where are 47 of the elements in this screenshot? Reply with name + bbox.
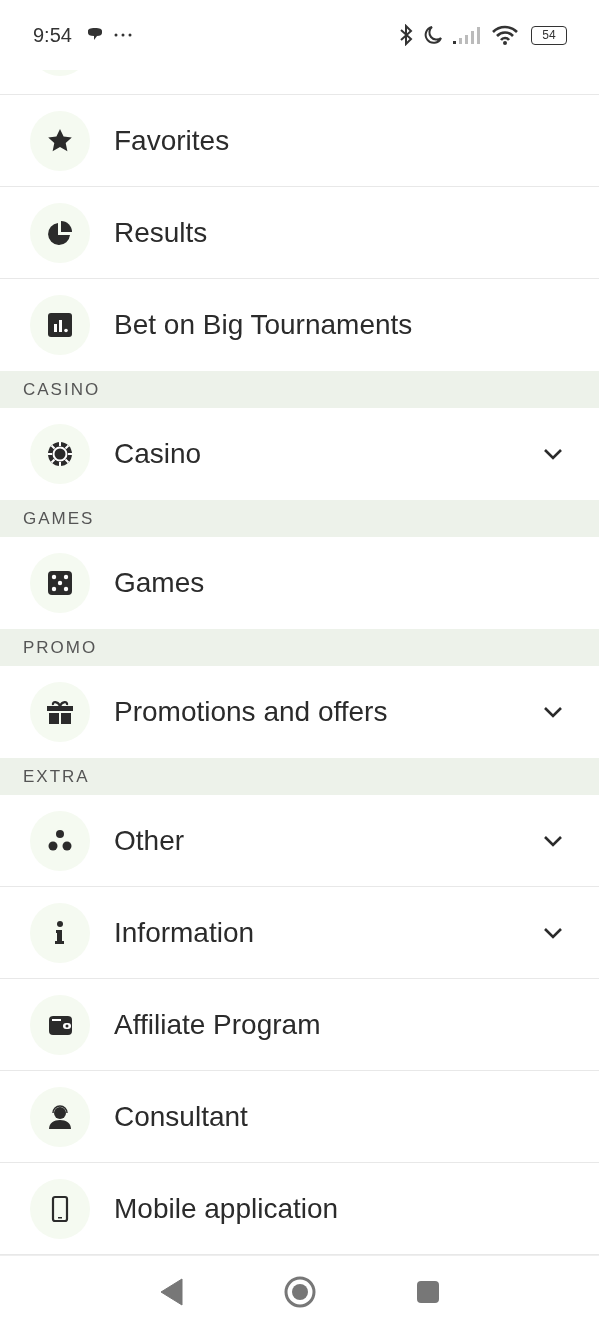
recents-icon[interactable] [415, 1279, 440, 1304]
section-header: CASINO [0, 371, 599, 408]
menu-item[interactable]: Casino [0, 408, 599, 500]
battery-indicator: 54 [531, 25, 567, 45]
chevron-down-icon [543, 834, 563, 847]
menu-item[interactable]: Other [0, 795, 599, 887]
menu-item[interactable]: Mobile application [0, 1163, 599, 1255]
menu-item[interactable]: Consultant [0, 1071, 599, 1163]
section-header: PROMO [0, 629, 599, 666]
menu-item-label: Affiliate Program [114, 1008, 322, 1041]
dice-icon [46, 569, 74, 597]
section-header: EXTRA [0, 758, 599, 795]
menu-item-label: Information [114, 916, 256, 949]
menu-item-label: Mobile application [114, 1192, 340, 1225]
menu-item-label: Other [114, 824, 186, 857]
section-header: GAMES [0, 500, 599, 537]
menu-item-label: Games [114, 567, 206, 599]
menu-item[interactable]: Favorites [0, 95, 599, 187]
menu-item-label: Results [114, 216, 209, 249]
menu-item-label: Casino [114, 438, 203, 470]
status-time: 9:54 [33, 23, 72, 47]
chevron-down-icon [543, 448, 563, 460]
moon-icon [423, 25, 443, 45]
home-icon[interactable] [283, 1275, 316, 1308]
menu-item-label: Consultant [114, 1100, 249, 1133]
menu-item[interactable]: Affiliate Program [0, 979, 599, 1071]
signal-icon [453, 26, 481, 44]
headset-person-icon [46, 1102, 74, 1131]
menu-item[interactable]: Promotions and offers [0, 666, 599, 758]
menu-item[interactable]: Bet on Big Tournaments [0, 279, 599, 371]
menu-item[interactable]: Results [0, 187, 599, 279]
menu-item-label: Favorites [114, 124, 231, 157]
pie-chart-icon [46, 218, 74, 247]
wifi-icon [491, 25, 519, 45]
gift-icon [46, 698, 74, 726]
menu-item[interactable]: Games [0, 537, 599, 629]
more-icon [113, 33, 132, 37]
menu-item[interactable]: Information [0, 887, 599, 979]
back-icon[interactable] [159, 1277, 184, 1306]
info-icon [55, 918, 65, 947]
chip-icon [46, 440, 74, 468]
bar-chart-icon [46, 311, 74, 339]
chevron-down-icon [543, 926, 563, 939]
menu-item-label: Bet on Big Tournaments [114, 309, 414, 341]
chevron-down-icon [543, 706, 563, 718]
menu-item-label: Promotions and offers [114, 696, 389, 728]
bluetooth-icon [399, 24, 413, 46]
